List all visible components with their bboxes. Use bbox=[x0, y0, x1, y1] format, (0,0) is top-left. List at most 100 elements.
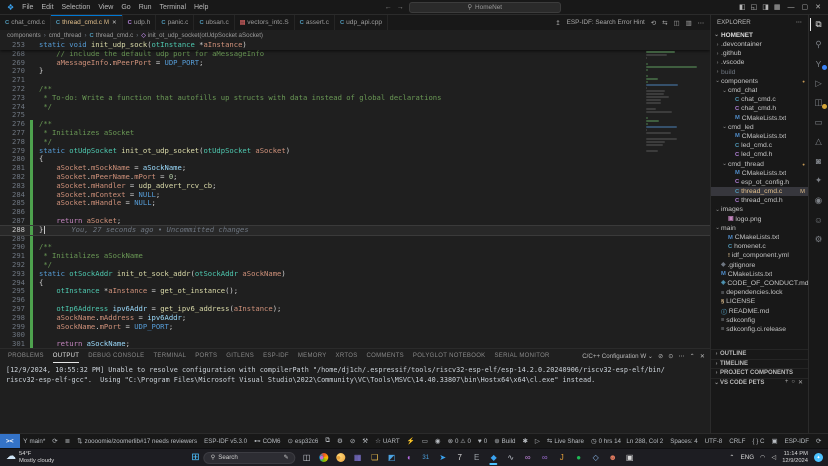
panel-tab-problems[interactable]: PROBLEMS bbox=[8, 349, 44, 363]
panel-action-icon-0[interactable]: ⊘ bbox=[658, 353, 663, 360]
file-sdkconfig.ci.release[interactable]: ≡ sdkconfig.ci.release bbox=[711, 325, 808, 334]
output-channel-select[interactable]: C/C++ Configuration W ⌄ bbox=[582, 353, 653, 360]
file-led_cmd.c[interactable]: C led_cmd.c bbox=[711, 141, 808, 150]
file-dependencies.lock[interactable]: ≡ dependencies.lock bbox=[711, 288, 808, 297]
run-button[interactable]: ▷ bbox=[531, 434, 543, 448]
panel-tab-memory[interactable]: MEMORY bbox=[298, 349, 327, 363]
taskbar-paint[interactable]: ◖ bbox=[402, 450, 416, 465]
minimap[interactable] bbox=[646, 51, 702, 153]
section-outline[interactable]: ›OUTLINE bbox=[711, 349, 808, 359]
file-CMakeLists.txt[interactable]: M CMakeLists.txt bbox=[711, 132, 808, 141]
notifications-bell-icon[interactable]: ✦ bbox=[814, 453, 823, 462]
github-icon[interactable]: ◉ bbox=[810, 194, 828, 207]
eol[interactable]: CRLF bbox=[726, 434, 749, 448]
breadcrumb-item[interactable]: components bbox=[7, 32, 41, 39]
code-line[interactable]: 275 bbox=[0, 111, 710, 120]
folder-.devcontainer[interactable]: ›.devcontainer bbox=[711, 40, 808, 49]
section-vs-code-pets[interactable]: ⌄VS CODE PETS+○✕ bbox=[711, 378, 808, 388]
pull-request[interactable]: ⇅zoooomie/zoomerlib#17 needs reviewers bbox=[74, 434, 201, 448]
add-pet-icon[interactable]: + bbox=[785, 379, 789, 386]
cursor-position[interactable]: Ln 288, Col 2 bbox=[623, 434, 667, 448]
menu-selection[interactable]: Selection bbox=[58, 4, 95, 11]
hidden-icons-chevron[interactable]: ⌃ bbox=[729, 454, 734, 461]
code-line[interactable]: 295 otInstance *aInstance = get_ot_insta… bbox=[0, 287, 710, 296]
menu-file[interactable]: File bbox=[18, 4, 37, 11]
start-button[interactable]: ⊞ bbox=[191, 452, 199, 463]
compare-icon[interactable]: ⇆ bbox=[662, 19, 667, 27]
language-indicator[interactable]: ENG bbox=[741, 454, 754, 461]
file-CMakeLists.txt[interactable]: M CMakeLists.txt bbox=[711, 270, 808, 279]
time-tracker[interactable]: ◷0 hrs 14 mins bbox=[587, 434, 622, 448]
remote-indicator[interactable]: >< bbox=[0, 434, 20, 448]
remote-explorer-icon[interactable]: ▭ bbox=[810, 116, 828, 129]
folder-cmd_thread[interactable]: ⌄cmd_thread● bbox=[711, 159, 808, 168]
device-target[interactable]: ⊙esp32c6 bbox=[284, 434, 322, 448]
code-line[interactable]: 291 * Initializes aSockName bbox=[0, 252, 710, 261]
wifi-icon[interactable]: ◠ bbox=[760, 454, 765, 461]
panel-tab-debug-console[interactable]: DEBUG CONSOLE bbox=[88, 349, 144, 363]
live-share[interactable]: ⇆Live Share bbox=[543, 434, 587, 448]
uart-select[interactable]: ☆UART bbox=[372, 434, 404, 448]
git-branch[interactable]: Ymain* bbox=[20, 434, 49, 448]
menu-run[interactable]: Run bbox=[135, 4, 156, 11]
folder-build[interactable]: ›build bbox=[711, 68, 808, 77]
code-line[interactable]: 289 bbox=[0, 235, 710, 244]
docker-icon[interactable]: ◙ bbox=[810, 155, 828, 168]
explorer-icon[interactable]: ⧉ bbox=[810, 18, 828, 31]
code-line[interactable]: 277 * Initializes aSocket bbox=[0, 129, 710, 138]
code-line[interactable]: 270} bbox=[0, 67, 710, 76]
run-debug-icon[interactable]: ▷ bbox=[810, 77, 828, 90]
folder-components[interactable]: ⌄components● bbox=[711, 77, 808, 86]
file-.gitignore[interactable]: ◆ .gitignore bbox=[711, 261, 808, 270]
taskbar-vscode[interactable]: ◆ bbox=[487, 450, 501, 465]
close-icon[interactable]: ✕ bbox=[112, 20, 117, 26]
file-chat_cmd.c[interactable]: C chat_cmd.c bbox=[711, 95, 808, 104]
encoding[interactable]: UTF-8 bbox=[701, 434, 726, 448]
code-line[interactable]: 293static otSockAddr init_ot_sock_addr(o… bbox=[0, 270, 710, 279]
more-actions-icon[interactable]: ⋯ bbox=[796, 19, 802, 26]
language-mode[interactable]: { } C bbox=[749, 434, 768, 448]
file-esp_ot_config.h[interactable]: C esp_ot_config.h bbox=[711, 178, 808, 187]
file-idf_component.yml[interactable]: ! idf_component.yml bbox=[711, 251, 808, 260]
file-thread_cmd.c[interactable]: C thread_cmd.cM bbox=[711, 187, 808, 196]
timeline-icon[interactable]: ⟲ bbox=[651, 19, 656, 27]
taskbar-copilot[interactable]: ● bbox=[317, 450, 331, 465]
explorer-root[interactable]: ⌄ HOMENET bbox=[711, 30, 808, 40]
more-actions-icon[interactable]: ⋯ bbox=[698, 19, 704, 27]
tab-panic.c[interactable]: Cpanic.c bbox=[156, 15, 194, 30]
file-sdkconfig[interactable]: ≡ sdkconfig bbox=[711, 316, 808, 325]
search-icon[interactable]: ⚲ bbox=[810, 38, 828, 51]
code-line[interactable]: 285 aSocket.mHandle = NULL; bbox=[0, 199, 710, 208]
layout-icon-1[interactable]: ◱ bbox=[751, 3, 758, 11]
section-timeline[interactable]: ›TIMELINE bbox=[711, 359, 808, 369]
panel-tab-serial-monitor[interactable]: SERIAL MONITOR bbox=[494, 349, 549, 363]
breadcrumb-item[interactable]: ◇init_ot_udp_socket(otUdpSocket aSocket) bbox=[141, 32, 263, 39]
file-README.md[interactable]: ⓘ README.md bbox=[711, 306, 808, 315]
folder-cmd_led[interactable]: ⌄cmd_led bbox=[711, 123, 808, 132]
tab-udp_api.cpp[interactable]: Cudp_api.cpp bbox=[335, 15, 388, 30]
file-CMakeLists.txt[interactable]: M CMakeLists.txt bbox=[711, 114, 808, 123]
file-CMakeLists.txt[interactable]: M CMakeLists.txt bbox=[711, 233, 808, 242]
menu-view[interactable]: View bbox=[94, 4, 117, 11]
panel-action-icon-1[interactable]: ⊙ bbox=[668, 353, 673, 360]
menu-edit[interactable]: Edit bbox=[37, 4, 57, 11]
flash-button[interactable]: ✱ bbox=[519, 434, 531, 448]
taskbar-search[interactable]: ⚲ Search ✎ bbox=[204, 452, 296, 464]
taskbar-mail[interactable]: ➤ bbox=[436, 450, 450, 465]
taskbar-task-view[interactable]: ◫ bbox=[300, 450, 314, 465]
folder-cmd_chat[interactable]: ⌄cmd_chat bbox=[711, 86, 808, 95]
layout-icon-0[interactable]: ◧ bbox=[739, 3, 746, 11]
taskbar-visual-studio-2[interactable]: ∞ bbox=[538, 450, 552, 465]
code-line[interactable]: 299 aSockName.mPort = UDP_PORT; bbox=[0, 323, 710, 332]
panel-tab-output[interactable]: OUTPUT bbox=[53, 349, 79, 363]
file-thread_cmd.h[interactable]: C thread_cmd.h bbox=[711, 196, 808, 205]
tab-thread_cmd.c[interactable]: Cthread_cmd.cM✕ bbox=[51, 15, 123, 30]
layout-icon[interactable]: ▣ bbox=[768, 434, 781, 448]
menu-help[interactable]: Help bbox=[190, 4, 212, 11]
panel-tab-terminal[interactable]: TERMINAL bbox=[153, 349, 186, 363]
taskbar-visual-studio[interactable]: ∞ bbox=[521, 450, 535, 465]
minimize-button[interactable]: — bbox=[788, 4, 795, 11]
panel-tab-gitlens[interactable]: GITLENS bbox=[226, 349, 254, 363]
indentation[interactable]: Spaces: 4 bbox=[667, 434, 702, 448]
split-editor-icon[interactable]: ◫ bbox=[674, 19, 680, 27]
